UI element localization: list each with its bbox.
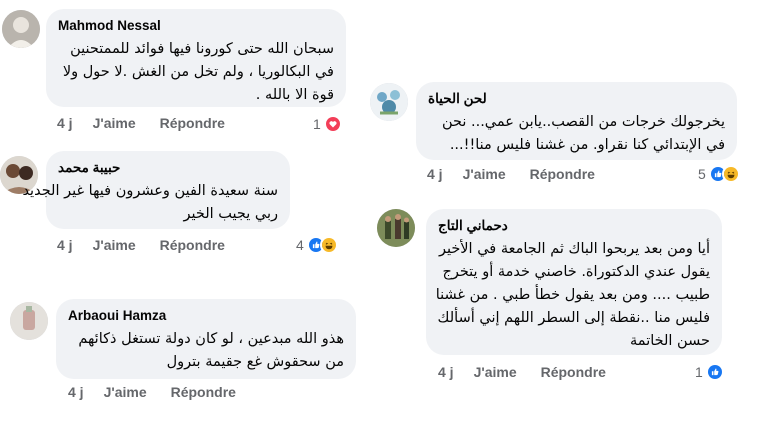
comment-text-line: طبيب .... ومن بعد يقول خطأ طبي . من غشنا [435, 287, 710, 303]
like-button[interactable]: J'aime [93, 115, 136, 131]
comment-text-line: في الإبتدائي كنا نقراو. من غشنا فليس منا… [449, 137, 725, 153]
comment-author[interactable]: دحماني التاج [438, 217, 710, 234]
comment-timestamp[interactable]: 4 j [427, 166, 443, 182]
comment: دحماني التاج أيا ومن بعد يربحوا الباك ثم… [365, 200, 765, 390]
comment-text: هذو الله مبدعين ، لو كان دولة تستغل ذكائ… [68, 328, 344, 374]
reaction-summary[interactable]: 4 [296, 236, 338, 254]
comment-text-line: سنة سعيدة الفين وعشرون فيها غير الجديد [22, 183, 278, 199]
comment: حبيبة محمد سنة سعيدة الفين وعشرون فيها غ… [0, 150, 360, 260]
comment-bubble: Mahmod Nessal سبحان الله حتى كورونا فيها… [46, 9, 346, 107]
comment-text-line: قوة الا بالله . [255, 87, 334, 103]
haha-icon [721, 165, 740, 183]
reaction-count: 5 [698, 166, 706, 182]
comment-author[interactable]: Mahmod Nessal [58, 17, 334, 34]
reply-button[interactable]: Répondre [530, 166, 595, 182]
avatar[interactable] [10, 302, 48, 340]
comment-bubble: دحماني التاج أيا ومن بعد يربحوا الباك ثم… [426, 209, 722, 355]
comment-actions: 4 j J'aime Répondre [57, 237, 225, 253]
comment-text-line: أيا ومن بعد يربحوا الباك ثم الجامعة في ا… [438, 241, 710, 257]
comment-text-line: يخرجولك خرجات من القصب..يابن عمي... نحن [441, 114, 725, 130]
avatar[interactable] [2, 10, 40, 48]
comment: لحن الحياة يخرجولك خرجات من القصب..يابن … [365, 70, 765, 190]
comment-timestamp[interactable]: 4 j [68, 384, 84, 400]
comment-text: يخرجولك خرجات من القصب..يابن عمي... نحن … [428, 111, 725, 157]
reply-button[interactable]: Répondre [160, 115, 225, 131]
comment-text-line: سبحان الله حتى كورونا فيها فوائد للممتحن… [70, 41, 334, 57]
avatar[interactable] [377, 209, 415, 247]
reaction-count: 1 [313, 116, 321, 132]
reply-button[interactable]: Répondre [541, 364, 606, 380]
comment-author[interactable]: حبيبة محمد [58, 159, 278, 176]
comment-actions: 4 j J'aime Répondre [427, 166, 595, 182]
comment-actions: 4 j J'aime Répondre [57, 115, 225, 131]
comment-text: أيا ومن بعد يربحوا الباك ثم الجامعة في ا… [435, 238, 710, 353]
reaction-summary[interactable]: 5 [698, 165, 740, 183]
comment-text: سبحان الله حتى كورونا فيها فوائد للممتحن… [58, 38, 334, 107]
reply-button[interactable]: Répondre [171, 384, 236, 400]
comment-text: سنة سعيدة الفين وعشرون فيها غير الجديد ر… [22, 180, 278, 226]
comment-text-line: حسن الخاتمة [630, 333, 710, 349]
comment-text-line: في البكالوريا ، ولم تخل من الغش .لا حول … [62, 64, 334, 80]
comment: Arbaoui Hamza هذو الله مبدعين ، لو كان د… [0, 290, 360, 410]
comment-author[interactable]: لحن الحياة [428, 90, 725, 107]
comment-timestamp[interactable]: 4 j [57, 237, 73, 253]
comment-text-line: فليس منا ..نقطة إلى السطر اللهم إني أسأل… [437, 310, 710, 326]
comment-bubble: لحن الحياة يخرجولك خرجات من القصب..يابن … [416, 82, 737, 160]
haha-icon [319, 236, 338, 254]
reaction-count: 4 [296, 237, 304, 253]
comment: Mahmod Nessal سبحان الله حتى كورونا فيها… [0, 0, 360, 140]
comment-text-line: هذو الله مبدعين ، لو كان دولة تستغل ذكائ… [78, 331, 344, 347]
comment-text-line: من سحقوش غع جقيمة بترول [166, 354, 344, 370]
avatar[interactable] [370, 83, 408, 121]
like-button[interactable]: J'aime [104, 384, 147, 400]
like-button[interactable]: J'aime [474, 364, 517, 380]
reaction-count: 1 [695, 364, 703, 380]
comment-timestamp[interactable]: 4 j [57, 115, 73, 131]
comment-text-line: يقول عندي الدكتوراة. خاصني خدمة أو يتخرج [442, 264, 710, 280]
comment-bubble: حبيبة محمد سنة سعيدة الفين وعشرون فيها غ… [22, 151, 290, 229]
like-button[interactable]: J'aime [93, 237, 136, 253]
comment-author[interactable]: Arbaoui Hamza [68, 307, 344, 324]
comment-bubble: Arbaoui Hamza هذو الله مبدعين ، لو كان د… [56, 299, 356, 379]
like-icon [705, 363, 724, 381]
reaction-summary[interactable]: 1 [695, 363, 724, 381]
comment-actions: 4 j J'aime Répondre [438, 364, 606, 380]
love-icon [323, 115, 342, 133]
comment-actions: 4 j J'aime Répondre [68, 384, 236, 400]
reaction-summary[interactable]: 1 [313, 115, 342, 133]
like-button[interactable]: J'aime [463, 166, 506, 182]
comment-text-line: ربي يجيب الخير [183, 206, 278, 222]
comment-timestamp[interactable]: 4 j [438, 364, 454, 380]
reply-button[interactable]: Répondre [160, 237, 225, 253]
